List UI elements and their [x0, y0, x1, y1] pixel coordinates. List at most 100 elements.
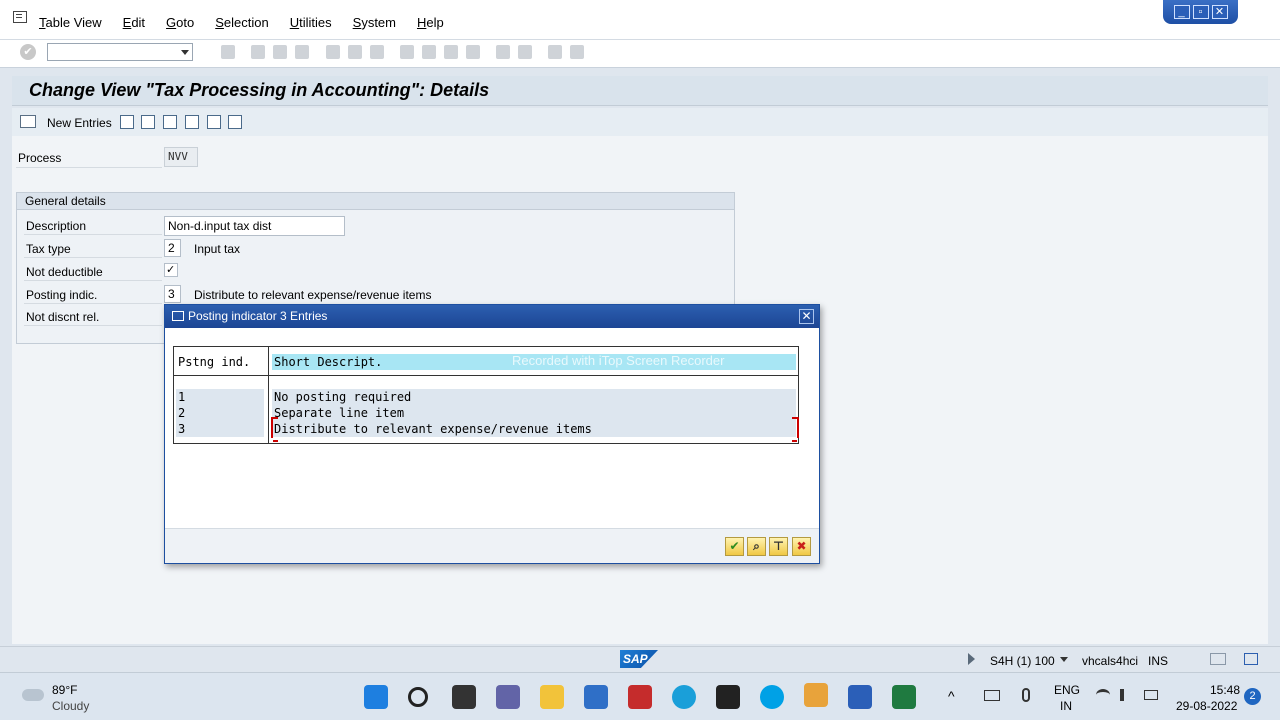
sticky-notes-icon[interactable] — [716, 685, 740, 709]
delete-icon[interactable] — [141, 115, 155, 129]
chevron-up-icon[interactable]: ^ — [948, 688, 955, 704]
shortcut-icon[interactable] — [518, 45, 532, 59]
tax-type-label: Tax type — [26, 242, 71, 256]
previous-entry-icon[interactable] — [185, 115, 199, 129]
window-controls: _ ▫ ✕ — [1163, 0, 1238, 24]
description-label-row: Description — [24, 215, 162, 235]
application-toolbar: New Entries — [12, 108, 1268, 136]
battery-icon[interactable] — [1144, 690, 1158, 700]
undo-icon[interactable] — [163, 115, 177, 129]
dialog-title-bar: Posting indicator 3 Entries ✕ — [165, 305, 819, 328]
list-item-ind[interactable]: 3 — [178, 421, 185, 437]
column-header-ind[interactable]: Pstng ind. — [178, 354, 250, 370]
pin-button[interactable]: ⊤ — [769, 537, 788, 556]
wifi-icon[interactable] — [1096, 689, 1110, 701]
process-field: NVV — [164, 147, 198, 167]
maximize-icon[interactable]: ▫ — [1192, 5, 1209, 19]
teams-icon[interactable] — [496, 685, 520, 709]
chevron-down-icon[interactable] — [1060, 657, 1068, 662]
task-view-icon[interactable] — [452, 685, 476, 709]
store-icon[interactable] — [584, 685, 608, 709]
posting-indic-text: Distribute to relevant expense/revenue i… — [194, 288, 432, 302]
clock-time[interactable]: 15:48 — [1210, 683, 1240, 697]
skype-icon[interactable] — [760, 685, 784, 709]
search-icon[interactable] — [408, 687, 428, 707]
sap-logon-icon[interactable] — [804, 683, 828, 707]
find-next-icon[interactable] — [370, 45, 384, 59]
cancel-icon[interactable] — [295, 45, 309, 59]
insert-mode[interactable]: INS — [1148, 654, 1168, 668]
copy-icon[interactable] — [120, 115, 134, 129]
close-window-icon[interactable]: ✕ — [1211, 5, 1228, 19]
exit-icon[interactable] — [273, 45, 287, 59]
dialog-close-icon[interactable]: ✕ — [799, 309, 814, 324]
print-icon[interactable] — [326, 45, 340, 59]
menu-utilities[interactable]: Utilities — [290, 15, 332, 30]
menu-selection[interactable]: Selection — [215, 15, 268, 30]
ok-button[interactable]: ✔ — [725, 537, 744, 556]
menu-edit[interactable]: Edit — [123, 15, 145, 30]
menu-help[interactable]: Help — [417, 15, 444, 30]
menu-system[interactable]: System — [353, 15, 396, 30]
find-button[interactable]: ⌕ — [747, 537, 766, 556]
menu-goto[interactable]: Goto — [166, 15, 194, 30]
edge-icon[interactable] — [672, 685, 696, 709]
recorder-icon[interactable] — [628, 685, 652, 709]
notification-badge[interactable]: 2 — [1244, 688, 1261, 705]
clock-date[interactable]: 29-08-2022 — [1176, 699, 1237, 713]
not-discnt-label: Not discnt rel. — [26, 310, 100, 324]
recorder-watermark: Recorded with iTop Screen Recorder — [512, 353, 725, 368]
layout-icon[interactable] — [1210, 653, 1226, 665]
microphone-icon[interactable] — [1022, 688, 1030, 702]
find-icon[interactable] — [348, 45, 362, 59]
enter-icon[interactable]: ✔ — [20, 44, 36, 60]
tax-type-text: Input tax — [194, 242, 241, 256]
new-session-icon[interactable] — [496, 45, 510, 59]
header-separator — [174, 375, 798, 376]
system-info[interactable]: S4H (1) 100 — [990, 654, 1055, 668]
speaker-icon[interactable] — [1120, 689, 1132, 701]
posting-indic-input[interactable]: 3 — [164, 285, 181, 303]
column-divider — [268, 347, 269, 443]
select-all-icon[interactable] — [228, 115, 242, 129]
column-header-desc[interactable]: Short Descript. — [274, 354, 382, 370]
lock-icon[interactable] — [1244, 653, 1258, 665]
list-item-desc[interactable]: No posting required — [274, 389, 411, 405]
chevron-down-icon[interactable] — [181, 50, 189, 55]
weather-temp[interactable]: 89°F — [52, 683, 77, 697]
save-icon[interactable] — [221, 45, 235, 59]
new-entries-button[interactable]: New Entries — [47, 116, 112, 130]
keyboard-icon[interactable] — [984, 690, 1000, 701]
start-icon[interactable] — [364, 685, 388, 709]
excel-icon[interactable] — [892, 685, 916, 709]
last-page-icon[interactable] — [466, 45, 480, 59]
word-icon[interactable] — [848, 685, 872, 709]
first-page-icon[interactable] — [400, 45, 414, 59]
dialog-menu-icon[interactable] — [172, 311, 184, 321]
minimize-icon[interactable]: _ — [1173, 5, 1190, 19]
new-entries-icon[interactable] — [20, 115, 36, 128]
previous-page-icon[interactable] — [422, 45, 436, 59]
file-explorer-icon[interactable] — [540, 685, 564, 709]
layout-icon[interactable] — [570, 45, 584, 59]
row-bg-ind-2 — [176, 405, 264, 421]
not-deductible-checkbox[interactable]: ✓ — [164, 263, 178, 277]
language-region[interactable]: IN — [1060, 699, 1072, 713]
menu-table-view[interactable]: Table View — [39, 15, 102, 30]
help-icon[interactable] — [548, 45, 562, 59]
system-menu-icon[interactable] — [13, 11, 27, 23]
row-bg-ind-3 — [176, 421, 264, 437]
back-icon[interactable] — [251, 45, 265, 59]
cloud-icon[interactable] — [22, 689, 44, 701]
list-item-ind[interactable]: 2 — [178, 405, 185, 421]
description-input[interactable]: Non-d.input tax dist — [164, 216, 345, 236]
cancel-button[interactable]: ✖ — [792, 537, 811, 556]
command-field[interactable] — [47, 43, 193, 61]
weather-desc[interactable]: Cloudy — [52, 699, 89, 713]
status-expand-icon[interactable] — [968, 653, 975, 665]
next-page-icon[interactable] — [444, 45, 458, 59]
list-item-ind[interactable]: 1 — [178, 389, 185, 405]
tax-type-input[interactable]: 2 — [164, 239, 181, 257]
next-entry-icon[interactable] — [207, 115, 221, 129]
language-code[interactable]: ENG — [1054, 683, 1080, 697]
